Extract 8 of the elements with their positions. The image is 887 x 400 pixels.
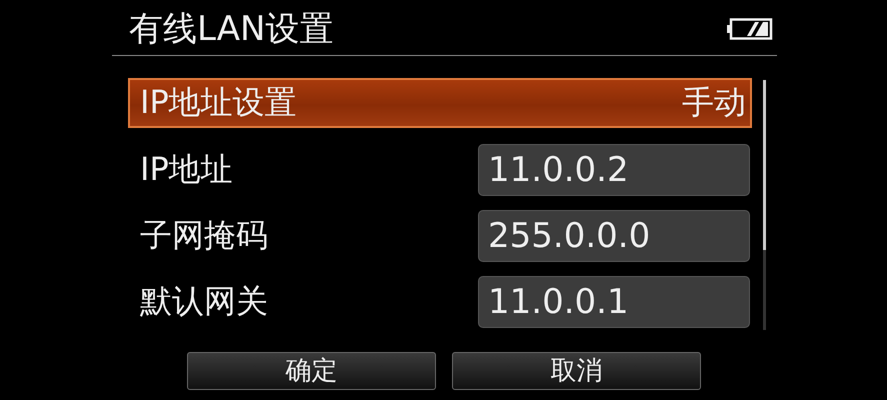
battery-icon (727, 18, 773, 40)
menu-row[interactable]: IP地址 11.0.0.2 (128, 144, 752, 196)
menu-row[interactable]: 默认网关 11.0.0.1 (128, 276, 752, 328)
ok-button[interactable]: 确定 (187, 352, 436, 390)
menu-row[interactable]: 子网掩码 255.0.0.0 (128, 210, 752, 262)
screen-title: 有线LAN设置 (129, 12, 334, 46)
cancel-button[interactable]: 取消 (452, 352, 701, 390)
selected-menu-row[interactable]: IP地址设置 手动 (128, 78, 752, 128)
